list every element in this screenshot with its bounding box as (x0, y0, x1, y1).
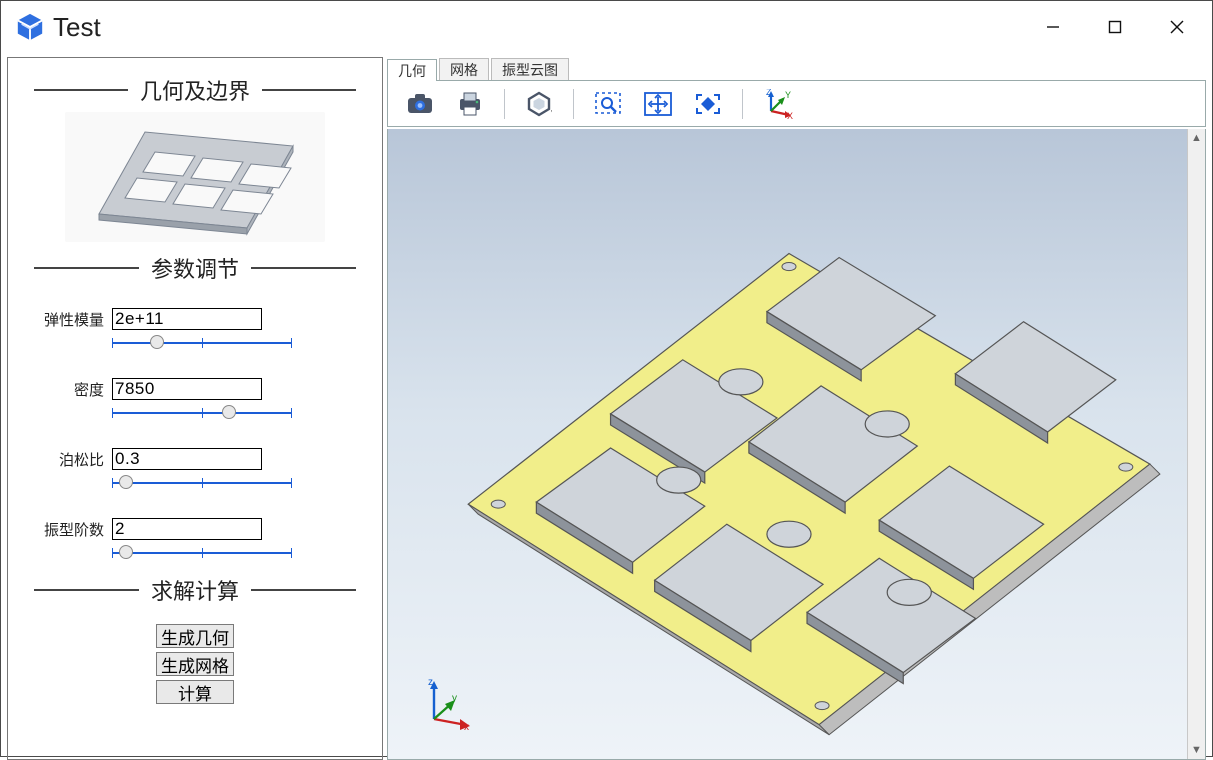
compute-button[interactable]: 计算 (156, 680, 234, 704)
modes-slider[interactable] (112, 542, 292, 564)
close-button[interactable] (1146, 3, 1208, 51)
poisson-label: 泊松比 (34, 449, 104, 470)
window-title: Test (53, 12, 101, 43)
section-params-heading: 参数调节 (34, 252, 356, 284)
print-icon[interactable] (450, 86, 490, 122)
title-bar: Test (1, 1, 1212, 53)
poisson-input[interactable]: 0.3 (112, 448, 262, 470)
generate-geometry-button[interactable]: 生成几何 (156, 624, 234, 648)
tab-modeshape[interactable]: 振型云图 (491, 58, 569, 80)
density-label: 密度 (34, 379, 104, 400)
tab-mesh[interactable]: 网格 (439, 58, 489, 80)
density-input[interactable]: 7850 (112, 378, 262, 400)
fit-view-icon[interactable] (638, 86, 678, 122)
svg-text:x: x (464, 722, 469, 731)
viewport-toolbar: ▾ (387, 81, 1206, 127)
axis-gizmo-icon: z y x (418, 675, 474, 731)
heading-params-label: 参数调节 (151, 252, 239, 284)
svg-text:▾: ▾ (551, 107, 552, 117)
axis-triad-icon[interactable]: Z Y X (757, 86, 797, 122)
view-tabs: 几何 网格 振型云图 (387, 57, 1206, 81)
density-slider[interactable] (112, 402, 292, 424)
screenshot-icon[interactable] (400, 86, 440, 122)
left-panel: 几何及边界 (7, 57, 383, 760)
3d-viewport[interactable]: z y x ▲ ▼ (387, 129, 1206, 760)
modes-input[interactable]: 2 (112, 518, 262, 540)
geometry-thumbnail (65, 112, 325, 242)
scroll-up-icon[interactable]: ▲ (1188, 129, 1205, 147)
svg-text:Z: Z (766, 89, 772, 97)
elastic-modulus-label: 弹性模量 (34, 309, 104, 330)
svg-text:X: X (787, 111, 793, 119)
viewport-pane: 几何 网格 振型云图 ▾ (387, 57, 1206, 760)
elastic-modulus-input[interactable]: 2e+11 (112, 308, 262, 330)
heading-solve-label: 求解计算 (151, 574, 239, 606)
param-modes: 振型阶数 2 (34, 518, 356, 564)
zoom-region-icon[interactable] (588, 86, 628, 122)
tab-geometry[interactable]: 几何 (387, 59, 437, 81)
param-poisson: 泊松比 0.3 (34, 448, 356, 494)
minimize-button[interactable] (1022, 3, 1084, 51)
plate-model-3d (388, 129, 1205, 759)
generate-mesh-button[interactable]: 生成网格 (156, 652, 234, 676)
heading-geom-label: 几何及边界 (140, 74, 250, 106)
hex-settings-icon[interactable]: ▾ (519, 86, 559, 122)
scroll-down-icon[interactable]: ▼ (1188, 741, 1205, 759)
svg-text:Y: Y (785, 90, 791, 100)
section-geometry-heading: 几何及边界 (34, 74, 356, 106)
param-elastic-modulus: 弹性模量 2e+11 (34, 308, 356, 354)
svg-text:z: z (428, 677, 433, 688)
poisson-slider[interactable] (112, 472, 292, 494)
zoom-extents-icon[interactable] (688, 86, 728, 122)
maximize-button[interactable] (1084, 3, 1146, 51)
app-logo-icon (15, 12, 45, 42)
modes-label: 振型阶数 (34, 519, 104, 540)
viewport-scrollbar[interactable]: ▲ ▼ (1187, 129, 1205, 759)
elastic-modulus-slider[interactable] (112, 332, 292, 354)
param-density: 密度 7850 (34, 378, 356, 424)
svg-text:y: y (452, 693, 457, 704)
section-solve-heading: 求解计算 (34, 574, 356, 606)
